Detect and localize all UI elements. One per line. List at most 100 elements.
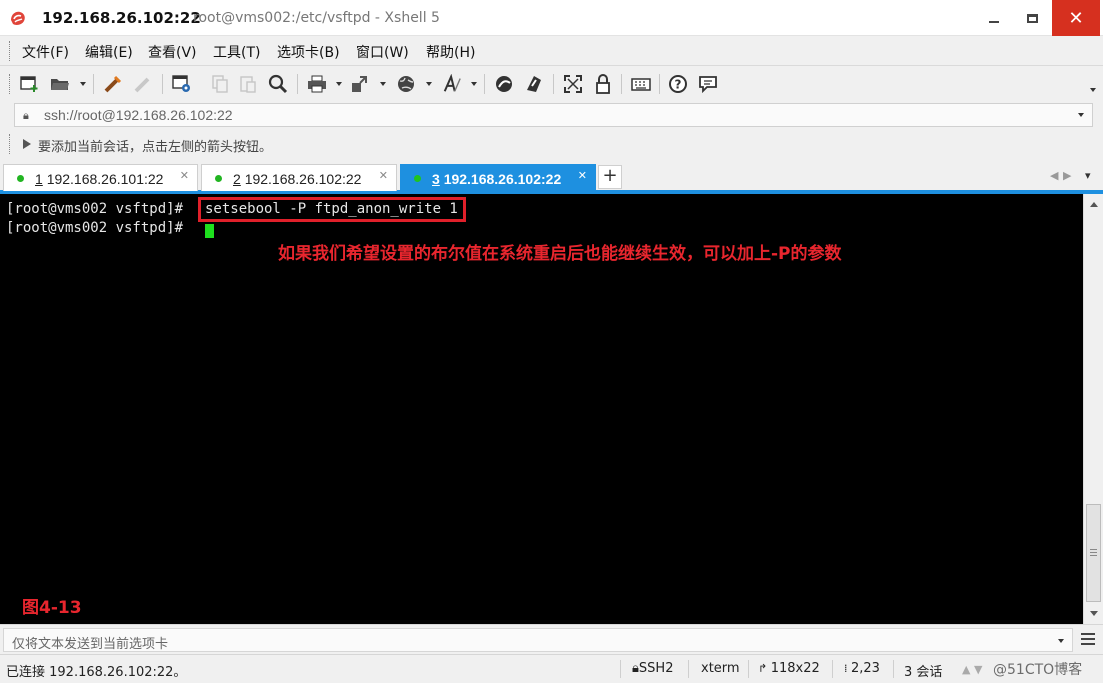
tab-bar: 1 192.168.26.101:22 ✕ 2 192.168.26.102:2… bbox=[0, 159, 1103, 194]
menu-tabs[interactable]: 选项卡(B) bbox=[277, 42, 340, 62]
terminal-area[interactable]: [root@vms002 vsftpd]# setsebool -P ftpd_… bbox=[0, 194, 1083, 624]
connection-status: 已连接 192.168.26.102:22。 bbox=[6, 665, 187, 680]
close-icon: ✕ bbox=[1068, 7, 1084, 29]
figure-label: 图4-13 bbox=[22, 598, 82, 618]
scrollbar-thumb[interactable] bbox=[1086, 504, 1101, 602]
tab-close-icon[interactable]: ✕ bbox=[578, 169, 587, 182]
watermark: @51CTO博客 bbox=[993, 662, 1083, 678]
new-tab-button[interactable]: + bbox=[598, 165, 622, 189]
reconnect-icon[interactable] bbox=[103, 74, 123, 94]
hint-grip[interactable] bbox=[9, 134, 12, 154]
open-dropdown-icon[interactable] bbox=[80, 82, 86, 86]
menu-edit[interactable]: 编辑(E) bbox=[85, 42, 133, 62]
chat-icon[interactable] bbox=[698, 74, 718, 94]
highlighted-command: setsebool -P ftpd_anon_write 1 bbox=[198, 197, 466, 222]
xshell-logo-icon bbox=[11, 11, 25, 25]
fullscreen-icon[interactable] bbox=[563, 74, 583, 94]
minimize-icon bbox=[989, 21, 999, 23]
padlock-icon: 🔒︎ bbox=[23, 109, 29, 122]
menu-file[interactable]: 文件(F) bbox=[22, 42, 69, 62]
disconnect-icon[interactable] bbox=[133, 74, 153, 94]
terminal-size: ↱ 118x22 bbox=[758, 661, 820, 676]
padlock-small-icon: 🔒︎ bbox=[632, 661, 639, 676]
title-bar: 192.168.26.102:22 root@vms002:/etc/vsftp… bbox=[0, 0, 1103, 36]
menu-help[interactable]: 帮助(H) bbox=[426, 42, 475, 62]
status-bar: 已连接 192.168.26.102:22。 🔒︎SSH2 xterm ↱ 11… bbox=[0, 654, 1103, 683]
font-dropdown-icon[interactable] bbox=[471, 82, 477, 86]
find-icon[interactable] bbox=[268, 74, 288, 94]
hint-text: 要添加当前会话，点击左侧的箭头按钮。 bbox=[38, 140, 273, 155]
connected-dot-icon bbox=[414, 175, 421, 182]
toolbar-grip[interactable] bbox=[9, 74, 12, 94]
tab-close-icon[interactable]: ✕ bbox=[180, 169, 189, 182]
address-input[interactable]: 🔒︎ ssh://root@192.168.26.102:22 bbox=[14, 103, 1093, 127]
maximize-icon bbox=[1026, 13, 1038, 23]
copy-icon[interactable] bbox=[210, 74, 230, 94]
properties-icon[interactable] bbox=[172, 74, 192, 94]
keyboard-icon[interactable] bbox=[631, 74, 651, 94]
tab-scroll-right-icon[interactable]: ▶ bbox=[1063, 169, 1071, 182]
tab-scroll-left-icon[interactable]: ◀ bbox=[1050, 169, 1058, 182]
terminal-prompt-line1: [root@vms002 vsftpd]# bbox=[6, 201, 184, 217]
terminal-type: xterm bbox=[701, 661, 740, 676]
lock-icon[interactable] bbox=[593, 74, 613, 94]
transfer-dropdown-icon[interactable] bbox=[380, 82, 386, 86]
cursor-pos-icon: ⁞ bbox=[844, 662, 851, 675]
font-icon[interactable] bbox=[442, 74, 462, 94]
svg-text:?: ? bbox=[675, 78, 682, 92]
maximize-button[interactable] bbox=[1014, 0, 1050, 36]
protocol-status: 🔒︎SSH2 bbox=[632, 661, 674, 676]
address-bar: 🔒︎ ssh://root@192.168.26.102:22 bbox=[0, 101, 1103, 129]
terminal-scrollbar[interactable] bbox=[1083, 194, 1103, 624]
terminal-prompt-line2: [root@vms002 vsftpd]# bbox=[6, 220, 184, 236]
transfer-icon[interactable] bbox=[350, 74, 370, 94]
cursor-position: ⁞ 2,23 bbox=[844, 661, 880, 676]
add-session-arrow-icon[interactable] bbox=[22, 138, 32, 150]
menu-bar: 文件(F) 编辑(E) 查看(V) 工具(T) 选项卡(B) 窗口(W) 帮助(… bbox=[0, 36, 1103, 65]
help-icon[interactable]: ? bbox=[668, 74, 688, 94]
close-button[interactable]: ✕ bbox=[1052, 0, 1100, 36]
annotation-text: 如果我们希望设置的布尔值在系统重启后也能继续生效，可以加上-P的参数 bbox=[278, 244, 842, 264]
open-folder-icon[interactable] bbox=[50, 74, 70, 94]
terminal-cursor bbox=[205, 224, 214, 238]
tab-session-1[interactable]: 1 192.168.26.101:22 ✕ bbox=[3, 164, 198, 191]
address-dropdown-icon[interactable] bbox=[1078, 113, 1084, 117]
connected-dot-icon bbox=[215, 175, 222, 182]
tab-label: 192.168.26.101:22 bbox=[46, 171, 164, 187]
tab-label: 192.168.26.102:22 bbox=[443, 171, 562, 187]
menu-grip[interactable] bbox=[9, 41, 12, 61]
tab-session-3[interactable]: 3 192.168.26.102:22 ✕ bbox=[400, 164, 596, 191]
tab-session-2[interactable]: 2 192.168.26.102:22 ✕ bbox=[201, 164, 397, 191]
scroll-down-icon[interactable] bbox=[1090, 611, 1098, 616]
status-arrows-icon[interactable]: ▲ ▼ bbox=[962, 663, 982, 676]
send-placeholder: 仅将文本发送到当前选项卡 bbox=[12, 637, 169, 652]
session-count: 3 会话 bbox=[904, 665, 943, 680]
compose-menu-icon[interactable] bbox=[1081, 633, 1095, 645]
tab-label: 192.168.26.102:22 bbox=[244, 171, 362, 187]
tab-number: 2 bbox=[233, 171, 241, 187]
compose-bar: 仅将文本发送到当前选项卡 bbox=[0, 624, 1103, 654]
send-text-input[interactable]: 仅将文本发送到当前选项卡 bbox=[3, 628, 1073, 652]
tab-number: 3 bbox=[432, 171, 440, 187]
toolbar-overflow-icon[interactable] bbox=[1090, 88, 1096, 92]
session-hint-bar: 要添加当前会话，点击左侧的箭头按钮。 bbox=[0, 129, 1103, 159]
minimize-button[interactable] bbox=[976, 0, 1012, 36]
menu-tools[interactable]: 工具(T) bbox=[213, 42, 260, 62]
globe-dropdown-icon[interactable] bbox=[426, 82, 432, 86]
send-target-dropdown-icon[interactable] bbox=[1058, 639, 1064, 643]
menu-view[interactable]: 查看(V) bbox=[148, 42, 197, 62]
tab-number: 1 bbox=[35, 171, 43, 187]
xmanager-icon[interactable] bbox=[524, 74, 544, 94]
window-title-host: 192.168.26.102:22 bbox=[42, 9, 201, 27]
tab-close-icon[interactable]: ✕ bbox=[379, 169, 388, 182]
new-session-icon[interactable] bbox=[20, 74, 40, 94]
window-title-path: root@vms002:/etc/vsftpd - Xshell 5 bbox=[193, 10, 440, 26]
paste-icon[interactable] bbox=[238, 74, 258, 94]
print-icon[interactable] bbox=[307, 74, 327, 94]
tab-list-dropdown-icon[interactable]: ▾ bbox=[1085, 169, 1091, 182]
xftp-icon[interactable] bbox=[494, 74, 514, 94]
globe-icon[interactable] bbox=[396, 74, 416, 94]
menu-window[interactable]: 窗口(W) bbox=[356, 42, 409, 62]
print-dropdown-icon[interactable] bbox=[336, 82, 342, 86]
scroll-up-icon[interactable] bbox=[1090, 202, 1098, 207]
